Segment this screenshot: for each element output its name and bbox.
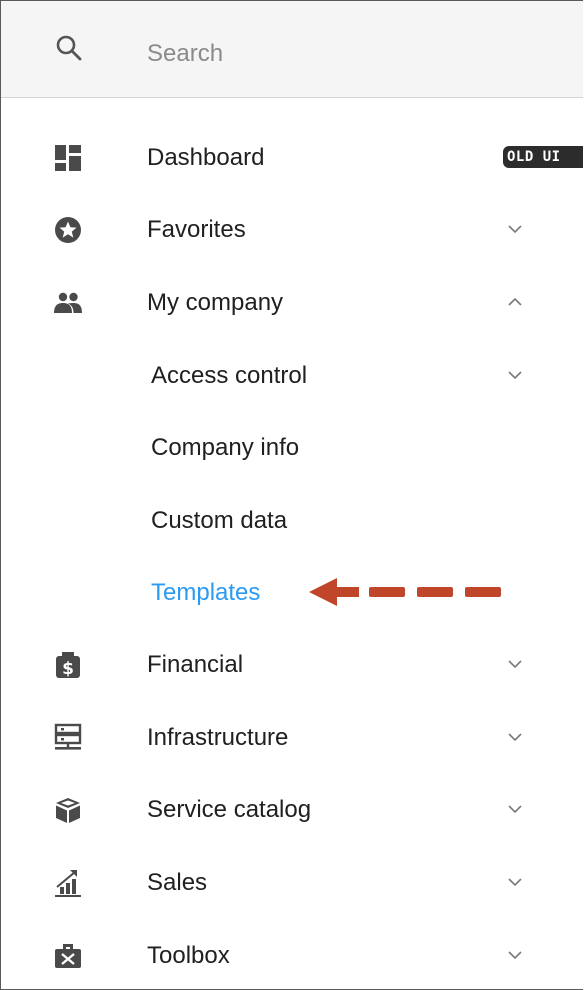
nav-item-label: Service catalog	[147, 796, 312, 823]
star-icon	[55, 217, 81, 243]
nav-item-label: Infrastructure	[147, 724, 289, 751]
annotation-arrow	[309, 578, 501, 606]
nav-item-sales[interactable]: Sales	[1, 846, 583, 918]
search-bar[interactable]: Search	[1, 1, 583, 98]
nav-item-label: My company	[147, 289, 284, 316]
nav-item-infrastructure[interactable]: Infrastructure	[1, 701, 583, 773]
nav-item-my-company[interactable]: My company	[1, 266, 583, 338]
nav-item-label: Favorites	[147, 216, 246, 243]
chevron-up-icon[interactable]	[507, 294, 523, 310]
dashboard-icon	[55, 145, 81, 171]
nav-item-financial[interactable]: $ Financial	[1, 628, 583, 700]
nav-item-label: Dashboard	[147, 144, 265, 171]
chevron-down-icon[interactable]	[507, 801, 523, 817]
cube-icon	[56, 798, 80, 823]
chevron-down-icon[interactable]	[507, 874, 523, 890]
chart-up-icon	[55, 870, 81, 897]
chevron-down-icon[interactable]	[507, 729, 523, 745]
nav-item-label: Toolbox	[147, 942, 230, 969]
nav-item-label: Company info	[151, 434, 300, 461]
toolbox-icon	[55, 944, 81, 968]
nav-item-label: Sales	[147, 869, 208, 896]
svg-text:$: $	[62, 659, 74, 679]
chevron-down-icon[interactable]	[507, 656, 523, 672]
nav-item-dashboard[interactable]: Dashboard OLD UI	[1, 121, 583, 193]
search-input[interactable]: Search	[147, 39, 223, 69]
nav-item-label: Financial	[147, 651, 244, 678]
nav-item-label: Custom data	[151, 507, 288, 534]
chevron-down-icon[interactable]	[507, 367, 523, 383]
nav-subitem-company-info[interactable]: Company info	[1, 411, 583, 483]
nav-item-label: Templates	[151, 579, 261, 606]
nav-item-service-catalog[interactable]: Service catalog	[1, 773, 583, 845]
chevron-down-icon[interactable]	[507, 221, 523, 237]
people-icon	[54, 292, 82, 313]
server-icon	[54, 723, 82, 750]
old-ui-badge[interactable]: OLD UI	[503, 146, 583, 168]
nav-subitem-access-control[interactable]: Access control	[1, 339, 583, 411]
nav-item-favorites[interactable]: Favorites	[1, 193, 583, 265]
nav-item-label: Access control	[151, 362, 308, 389]
navigation-sidebar: Search Dashboard OLD UI Favorites My com…	[0, 0, 583, 990]
search-icon	[56, 35, 82, 61]
money-bag-icon: $	[56, 652, 80, 679]
nav-item-toolbox[interactable]: Toolbox	[1, 919, 583, 989]
chevron-down-icon[interactable]	[507, 947, 523, 963]
nav-subitem-custom-data[interactable]: Custom data	[1, 484, 583, 556]
